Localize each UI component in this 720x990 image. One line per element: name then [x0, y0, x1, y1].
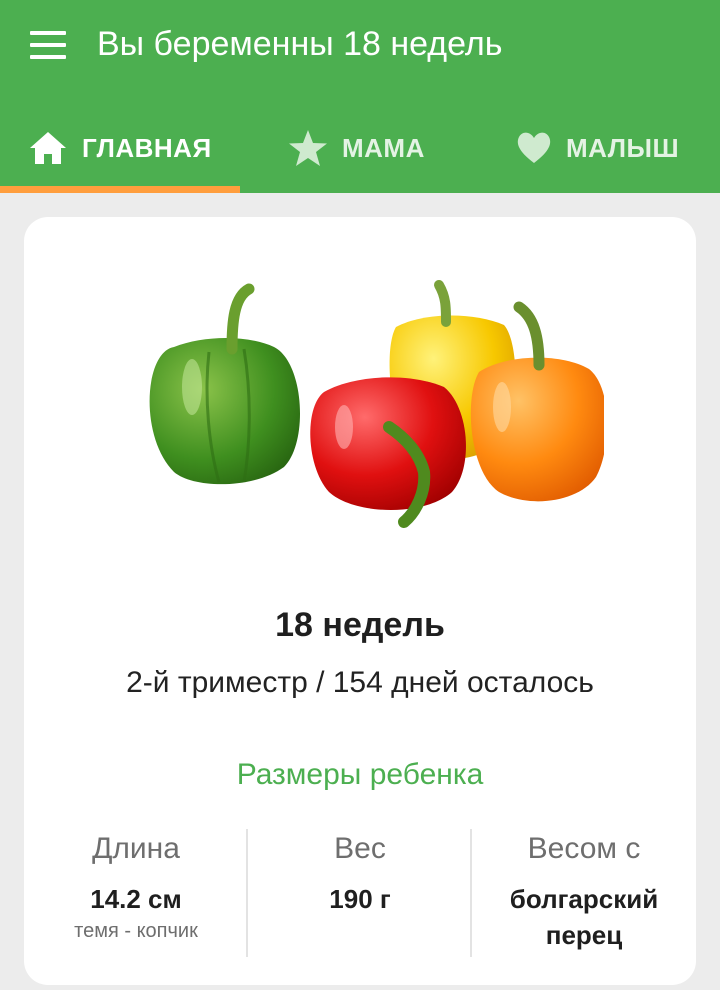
stat-length: Длина 14.2 см темя - копчик — [24, 829, 248, 945]
tab-mom-label: МАМА — [342, 132, 425, 163]
week-info-card: 18 недель 2-й триместр / 154 дней остало… — [24, 217, 696, 985]
app-bar: Вы беременны 18 недель ГЛАВНАЯ МАМА МАЛЫ… — [0, 0, 720, 193]
week-title: 18 недель — [275, 606, 445, 644]
tab-bar: ГЛАВНАЯ МАМА МАЛЫШ — [0, 110, 720, 193]
baby-sizes-title: Размеры ребенка — [236, 758, 484, 791]
stat-compare-value-line1: болгарский — [509, 884, 659, 914]
stat-length-label: Длина — [92, 832, 180, 865]
tab-baby[interactable]: МАЛЫШ — [516, 110, 679, 186]
tab-home[interactable]: ГЛАВНАЯ — [28, 110, 212, 186]
stat-length-note: темя - копчик — [74, 920, 198, 942]
stat-compare-label: Весом с — [527, 832, 641, 865]
stat-compare: Весом с болгарский перец — [472, 829, 696, 953]
stat-length-value: 14.2 см — [90, 884, 182, 914]
menu-icon[interactable] — [30, 31, 68, 59]
bell-peppers-image — [149, 280, 604, 528]
stat-weight-value: 190 г — [329, 884, 391, 914]
heart-icon — [516, 131, 552, 165]
home-icon — [28, 130, 68, 166]
tab-home-label: ГЛАВНАЯ — [82, 132, 212, 163]
star-icon — [288, 129, 328, 167]
app-title: Вы беременны 18 недель — [97, 25, 503, 63]
stat-compare-value: болгарский перец — [472, 881, 696, 953]
tab-baby-label: МАЛЫШ — [566, 132, 680, 163]
stat-weight: Вес 190 г — [248, 829, 472, 917]
tab-mom[interactable]: МАМА — [288, 110, 425, 186]
stat-compare-value-line2: перец — [545, 920, 623, 950]
active-tab-indicator — [0, 186, 240, 193]
stat-weight-label: Вес — [334, 832, 386, 865]
trimester-subtitle: 2-й триместр / 154 дней осталось — [126, 666, 594, 699]
